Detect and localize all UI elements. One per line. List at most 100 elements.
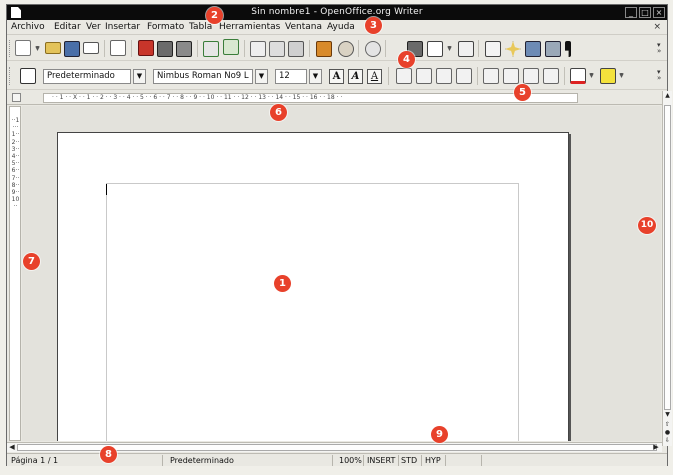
vertical-scroll-thumb[interactable]: [664, 105, 671, 410]
scroll-right-icon[interactable]: ▶: [652, 443, 660, 451]
new-dropdown-icon[interactable]: [35, 46, 40, 51]
numbering-icon[interactable]: [483, 68, 499, 84]
print-preview-icon[interactable]: [176, 41, 192, 57]
styles-formatting-icon[interactable]: [20, 68, 36, 84]
page[interactable]: [57, 132, 569, 441]
find-replace-icon[interactable]: [485, 41, 501, 57]
minimize-button[interactable]: _: [625, 7, 637, 18]
pilcrow-icon[interactable]: [565, 41, 571, 57]
callout-4: 4: [398, 51, 415, 68]
bullets-icon[interactable]: [503, 68, 519, 84]
menu-insertar[interactable]: Insertar: [105, 22, 140, 32]
draw-functions-icon[interactable]: [458, 41, 474, 57]
document-area[interactable]: [22, 106, 661, 441]
horizontal-ruler[interactable]: · · 1 · · X · · 1 · · 2 · · 3 · · 4 · · …: [43, 93, 578, 103]
maximize-button[interactable]: □: [639, 7, 651, 18]
font-name-combo[interactable]: Nimbus Roman No9 L: [153, 69, 253, 84]
increase-indent-icon[interactable]: [543, 68, 559, 84]
toolbar-separator: [564, 67, 565, 85]
menu-ventana[interactable]: Ventana: [285, 22, 322, 32]
menu-archivo[interactable]: Archivo: [11, 22, 45, 32]
cut-icon[interactable]: [250, 41, 266, 57]
spellcheck-icon[interactable]: [203, 41, 219, 57]
align-right-icon[interactable]: [436, 68, 452, 84]
autospellcheck-icon[interactable]: [223, 39, 239, 55]
page-style[interactable]: Predeterminado: [170, 456, 234, 465]
tab-type-selector[interactable]: [12, 93, 21, 102]
paragraph-style-combo[interactable]: Predeterminado: [43, 69, 131, 84]
toolbar-overflow-icon[interactable]: ▾»: [657, 69, 665, 82]
navigator-star-icon[interactable]: [505, 41, 521, 57]
status-separator: [363, 455, 364, 466]
table-dropdown-icon[interactable]: [447, 46, 452, 51]
close-window-button[interactable]: ×: [653, 7, 665, 18]
menu-tabla[interactable]: Tabla: [189, 22, 212, 32]
menu-bar: Archivo Editar Ver Insertar Formato Tabl…: [7, 20, 667, 35]
scroll-down-icon[interactable]: ▼: [664, 411, 671, 419]
data-sources-icon[interactable]: [545, 41, 561, 57]
chevron-down-icon[interactable]: ▼: [133, 69, 146, 84]
vertical-ruler[interactable]: ··1···1··2··3··4··5··6··7··8··9··10··: [9, 106, 21, 441]
status-separator: [421, 455, 422, 466]
font-size-combo[interactable]: 12: [275, 69, 307, 84]
standard-toolbar: ▾»: [7, 36, 667, 61]
font-color-dropdown-icon[interactable]: [589, 73, 594, 78]
save-icon[interactable]: [64, 41, 80, 57]
scroll-left-icon[interactable]: ◀: [8, 443, 16, 451]
align-center-icon[interactable]: [416, 68, 432, 84]
close-document-icon[interactable]: ×: [653, 22, 661, 32]
italic-button[interactable]: A: [348, 69, 363, 84]
gallery-icon[interactable]: [525, 41, 541, 57]
highlight-dropdown-icon[interactable]: [619, 73, 624, 78]
menu-herramientas[interactable]: Herramientas: [219, 22, 280, 32]
print-icon[interactable]: [157, 41, 173, 57]
paste-icon[interactable]: [288, 41, 304, 57]
email-icon[interactable]: [83, 42, 99, 54]
selection-mode[interactable]: STD: [401, 456, 417, 465]
toolbar-grip[interactable]: [9, 67, 11, 85]
zoom-level[interactable]: 100%: [339, 456, 362, 465]
chevron-down-icon[interactable]: ▼: [255, 69, 268, 84]
export-pdf-icon[interactable]: [138, 40, 154, 56]
toolbar-separator: [244, 40, 245, 57]
menu-ver[interactable]: Ver: [86, 22, 101, 32]
font-color-icon[interactable]: [570, 68, 586, 84]
navigation-icon[interactable]: ●: [664, 429, 671, 437]
clone-formatting-icon[interactable]: [316, 41, 332, 57]
new-document-icon[interactable]: [15, 40, 31, 56]
open-folder-icon[interactable]: [45, 42, 61, 54]
toolbar-separator: [197, 40, 198, 57]
menu-formato[interactable]: Formato: [147, 22, 184, 32]
previous-page-icon[interactable]: ⇧: [664, 421, 671, 429]
toolbar-grip[interactable]: [9, 40, 11, 57]
callout-9: 9: [431, 426, 448, 443]
callout-6: 6: [270, 104, 287, 121]
callout-7: 7: [23, 253, 40, 270]
underline-button[interactable]: A: [367, 69, 382, 84]
align-left-icon[interactable]: [396, 68, 412, 84]
page-indicator[interactable]: Página 1 / 1: [11, 456, 58, 465]
edit-file-icon[interactable]: [110, 40, 126, 56]
table-icon[interactable]: [427, 41, 443, 57]
justify-icon[interactable]: [456, 68, 472, 84]
hyperlink-icon[interactable]: [365, 41, 381, 57]
title-bar: Sin nombre1 - OpenOffice.org Writer _ □ …: [7, 5, 667, 20]
vertical-scrollbar[interactable]: ▲ ▼ ⇧ ● ⇩: [662, 91, 672, 446]
copy-icon[interactable]: [269, 41, 285, 57]
insert-mode[interactable]: INSERT: [367, 456, 395, 465]
toolbar-overflow-icon[interactable]: ▾»: [657, 42, 665, 55]
vertical-ruler-marks: ··1···1··2··3··4··5··6··7··8··9··10··: [11, 117, 20, 211]
decrease-indent-icon[interactable]: [523, 68, 539, 84]
highlight-icon[interactable]: [600, 68, 616, 84]
hyperlink-mode[interactable]: HYP: [425, 456, 441, 465]
menu-editar[interactable]: Editar: [54, 22, 81, 32]
status-separator: [481, 455, 482, 466]
menu-ayuda[interactable]: Ayuda: [327, 22, 355, 32]
toolbar-separator: [309, 40, 310, 57]
toolbar-separator: [477, 67, 478, 85]
undo-icon[interactable]: [338, 41, 354, 57]
chevron-down-icon[interactable]: ▼: [309, 69, 322, 84]
next-page-icon[interactable]: ⇩: [664, 437, 671, 445]
bold-button[interactable]: A: [329, 69, 344, 84]
scroll-up-icon[interactable]: ▲: [664, 92, 671, 100]
